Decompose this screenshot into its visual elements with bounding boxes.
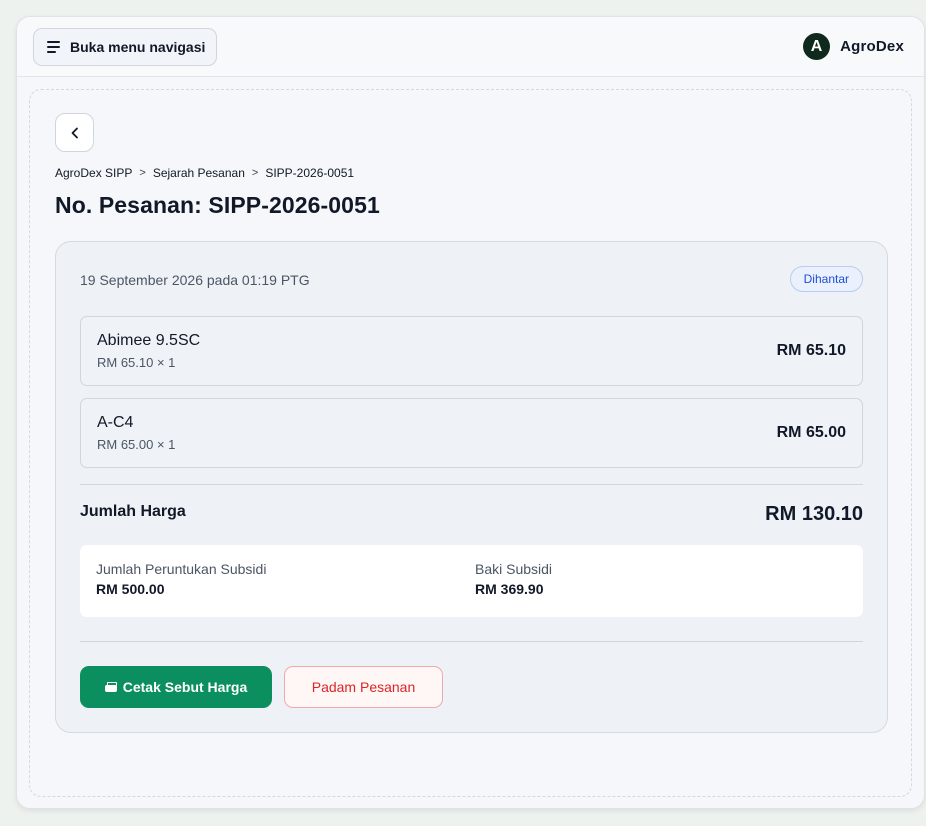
divider [80,484,863,485]
print-quote-button[interactable]: Cetak Sebut Harga [80,666,272,708]
breadcrumb: AgroDex SIPP > Sejarah Pesanan > SIPP-20… [55,166,354,180]
brand-name: AgroDex [840,38,904,55]
item-name: Abimee 9.5SC [97,332,201,349]
open-navigation-button[interactable]: Buka menu navigasi [33,27,218,66]
subsidy-allocation-label: Jumlah Peruntukan Subsidi [96,561,267,577]
subsidy-allocation: Jumlah Peruntukan Subsidi RM 500.00 [96,561,266,597]
agrodex-logo-icon: A [803,33,831,60]
print-quote-label: Cetak Sebut Harga [122,679,248,695]
page-title: No. Pesanan: SIPP-2026-0051 [55,192,380,218]
subsidy-allocation-value: RM 500.00 [96,581,165,597]
order-item: Abimee 9.5SC RM 65.10 × 1 RM 65.10 [80,316,863,386]
brand[interactable]: A AgroDex [803,33,904,60]
subsidy-panel: Jumlah Peruntukan Subsidi RM 500.00 Baki… [80,545,863,617]
breadcrumb-home[interactable]: AgroDex SIPP [55,166,132,180]
item-unit-price-qty: RM 65.00 × 1 [97,437,176,452]
chevron-right-icon: > [139,167,146,179]
total-price-value: RM 130.10 [765,503,863,525]
order-date: 19 September 2026 pada 01:19 PTG [80,272,310,288]
chevron-right-icon: > [251,167,259,179]
menu-icon [47,40,60,53]
subsidy-balance-label: Baki Subsidi [475,561,553,577]
app-window: Buka menu navigasi A AgroDex AgroDex SIP… [16,16,925,809]
status-badge: Dihantar [789,266,863,292]
printer-icon [104,682,117,692]
item-total: RM 65.10 [776,342,846,359]
total-price-label: Jumlah Harga [80,503,186,520]
subsidy-balance-value: RM 369.90 [475,581,544,597]
delete-order-button[interactable]: Padam Pesanan [284,666,443,708]
divider [80,641,863,642]
delete-order-label: Padam Pesanan [311,679,416,695]
top-bar: Buka menu navigasi A AgroDex [17,17,924,77]
order-item: A-C4 RM 65.00 × 1 RM 65.00 [80,398,863,468]
chevron-left-icon [71,127,78,138]
order-card: 19 September 2026 pada 01:19 PTG Dihanta… [55,241,888,733]
breadcrumb-current: SIPP-2026-0051 [265,166,355,180]
item-unit-price-qty: RM 65.10 × 1 [97,355,176,370]
item-total: RM 65.00 [776,424,846,441]
main-content: AgroDex SIPP > Sejarah Pesanan > SIPP-20… [29,89,912,797]
back-button[interactable] [55,113,94,152]
item-name: A-C4 [97,414,134,431]
breadcrumb-order-history[interactable]: Sejarah Pesanan [153,166,245,180]
open-navigation-label: Buka menu navigasi [70,38,206,55]
subsidy-balance: Baki Subsidi RM 369.90 [475,561,552,597]
